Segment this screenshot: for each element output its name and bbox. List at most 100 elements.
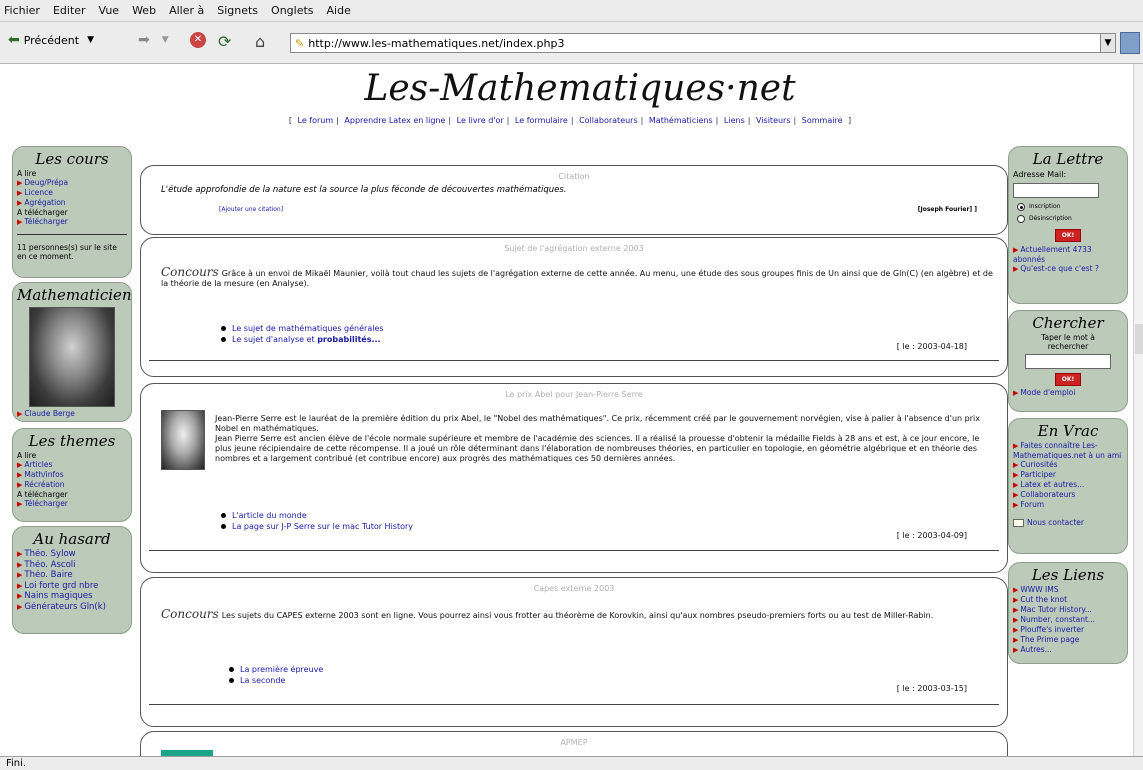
menu-fichier[interactable]: Fichier (4, 4, 40, 17)
link-quest-ce[interactable]: Qu'est-ce que c'est ? (1020, 264, 1099, 273)
link-telecharger[interactable]: Télécharger (24, 217, 68, 226)
link-nains-magiques[interactable]: Nains magiques (24, 591, 92, 601)
menu-signets[interactable]: Signets (217, 4, 258, 17)
forward-dropdown-icon[interactable]: ▼ (162, 35, 169, 45)
arrow-icon: ▶ (1013, 442, 1019, 450)
hasard-box: Au hasard ▶ Théo. Sylow ▶ Théo. Ascoli ▶ Th… (12, 526, 132, 634)
link-theo-ascoli[interactable]: Théo. Ascoli (24, 560, 75, 570)
link-cut-the-knot[interactable]: Cut the knot (1020, 595, 1067, 604)
stop-button[interactable]: ✕ (190, 32, 206, 48)
link-agregation[interactable]: Agrégation (24, 198, 65, 207)
link-recreation[interactable]: Récréation (24, 480, 64, 489)
site-title: Les-Mathematiques·net (364, 68, 796, 109)
bullet-icon (221, 337, 226, 342)
add-citation-link[interactable]: [Ajouter une citation] (219, 206, 283, 213)
arrow-icon: ▶ (1013, 461, 1019, 469)
arrow-icon: ▶ (1013, 646, 1019, 654)
link-generateurs[interactable]: Générateurs Gln(k) (24, 602, 106, 612)
radio-inscription[interactable]: Inscription (1017, 202, 1123, 211)
search-prompt: Taper le mot à rechercher (1041, 333, 1095, 351)
nav-mathematiciens[interactable]: Mathématiciens (649, 116, 713, 125)
arrow-icon: ▶ (1013, 389, 1019, 397)
link-faites-connaitre[interactable]: Faites connaître Les-Mathematiques.net à… (1013, 441, 1121, 460)
link-collaborateurs[interactable]: Collaborateurs (1020, 490, 1075, 499)
divider (149, 360, 999, 361)
link-abonnes[interactable]: Actuellement 4733 abonnés (1013, 245, 1092, 264)
scrollbar-thumb[interactable] (1135, 324, 1143, 354)
link-forum[interactable]: Forum (1020, 500, 1044, 509)
link-number-constant[interactable]: Number, constant... (1020, 615, 1095, 624)
arrow-icon: ▶ (1013, 265, 1019, 273)
link-loi-forte[interactable]: Loi forte grd nbre (24, 581, 98, 591)
arrow-icon: ▶ (17, 500, 23, 508)
link-prime-page[interactable]: The Prime page (1020, 635, 1079, 644)
link-probabilites[interactable]: probabilités... (317, 335, 380, 344)
search-ok-button[interactable]: OK! (1054, 373, 1082, 386)
chercher-title: Chercher (1032, 314, 1104, 332)
link-articles[interactable]: Articles (24, 460, 52, 469)
link-telecharger-themes[interactable]: Télécharger (24, 499, 68, 508)
vrac-title: En Vrac (1037, 422, 1099, 440)
nav-liens[interactable]: Liens (724, 116, 745, 125)
link-seconde-epreuve[interactable]: La seconde (240, 676, 285, 685)
url-dropdown-icon[interactable]: ▼ (1100, 33, 1116, 53)
link-page-serre[interactable]: La page sur J-P Serre sur le mac Tutor H… (232, 522, 413, 531)
reload-button[interactable]: ⟳ (218, 32, 231, 51)
back-button[interactable]: ⬅ Précédent ▼ (8, 32, 94, 48)
nav-forum[interactable]: Le forum (298, 116, 334, 125)
menu-web[interactable]: Web (132, 4, 156, 17)
arrow-icon: ▶ (1013, 616, 1019, 624)
radio-desinscription[interactable]: Désinscription (1017, 214, 1123, 223)
go-button[interactable] (1120, 32, 1140, 54)
link-mac-tutor[interactable]: Mac Tutor History... (1020, 605, 1092, 614)
nav-sommaire[interactable]: Sommaire (802, 116, 843, 125)
back-dropdown-icon[interactable]: ▼ (87, 35, 94, 45)
home-button[interactable]: ⌂ (255, 32, 265, 51)
link-sujet-analyse[interactable]: Le sujet d'analyse et (232, 335, 315, 344)
nav-formulaire[interactable]: Le formulaire (515, 116, 568, 125)
link-curiosites[interactable]: Curiosités (1020, 460, 1057, 469)
search-input[interactable] (1025, 354, 1111, 369)
link-autres[interactable]: Autres... (1020, 645, 1051, 654)
nav-collaborateurs[interactable]: Collaborateurs (579, 116, 638, 125)
cours-a-telecharger: A télécharger (17, 208, 68, 217)
link-plouffe[interactable]: Plouffe's inverter (1020, 625, 1084, 634)
link-theo-sylow[interactable]: Théo. Sylow (24, 549, 75, 559)
nav-livre-or[interactable]: Le livre d'or (457, 116, 504, 125)
link-article-monde[interactable]: L'article du monde (232, 511, 307, 520)
nav-visiteurs[interactable]: Visiteurs (756, 116, 791, 125)
menu-aide[interactable]: Aide (327, 4, 351, 17)
mail-input[interactable] (1013, 183, 1099, 198)
vertical-scrollbar[interactable] (1133, 64, 1143, 756)
nav-latex[interactable]: Apprendre Latex en ligne (344, 116, 445, 125)
menu-onglets[interactable]: Onglets (271, 4, 313, 17)
link-participer[interactable]: Participer (1020, 470, 1056, 479)
menu-vue[interactable]: Vue (99, 4, 120, 17)
link-nous-contacter[interactable]: Nous contacter (1027, 518, 1084, 527)
menu-editer[interactable]: Editer (53, 4, 86, 17)
arrow-icon: ▶ (17, 602, 23, 611)
link-premiere-epreuve[interactable]: La première épreuve (240, 665, 323, 674)
bullet-icon (221, 326, 226, 331)
chercher-box: Chercher Taper le mot à rechercher OK! ▶… (1008, 310, 1128, 412)
subscribe-ok-button[interactable]: OK! (1054, 229, 1082, 242)
link-sujet-math-generales[interactable]: Le sujet de mathématiques générales (232, 324, 384, 333)
themes-a-telecharger: A télécharger (17, 490, 68, 499)
menu-aller[interactable]: Aller à (169, 4, 204, 17)
arrow-icon: ▶ (1013, 596, 1019, 604)
url-field[interactable]: ✎ http://www.les-mathematiques.net/index… (290, 33, 1106, 53)
arrow-icon: ▶ (17, 189, 23, 197)
link-deug[interactable]: Deug/Prépa (24, 178, 68, 187)
divider (149, 550, 999, 551)
link-licence[interactable]: Licence (24, 188, 53, 197)
capes-heading: Capes externe 2003 (533, 584, 615, 593)
link-mode-emploi[interactable]: Mode d'emploi (1020, 388, 1075, 397)
link-mathinfos[interactable]: Math/infos (24, 470, 63, 479)
abel-heading: Le prix Abel pour Jean-Pierre Serre (505, 390, 643, 399)
link-www-ims[interactable]: WWW IMS (1020, 585, 1058, 594)
status-text: Fini. (6, 758, 27, 769)
link-theo-baire[interactable]: Théo. Baire (24, 570, 72, 580)
forward-button[interactable]: ➡ ▼ (138, 32, 169, 48)
link-claude-berge[interactable]: Claude Berge (24, 409, 75, 418)
link-latex-autres[interactable]: Latex et autres... (1020, 480, 1084, 489)
